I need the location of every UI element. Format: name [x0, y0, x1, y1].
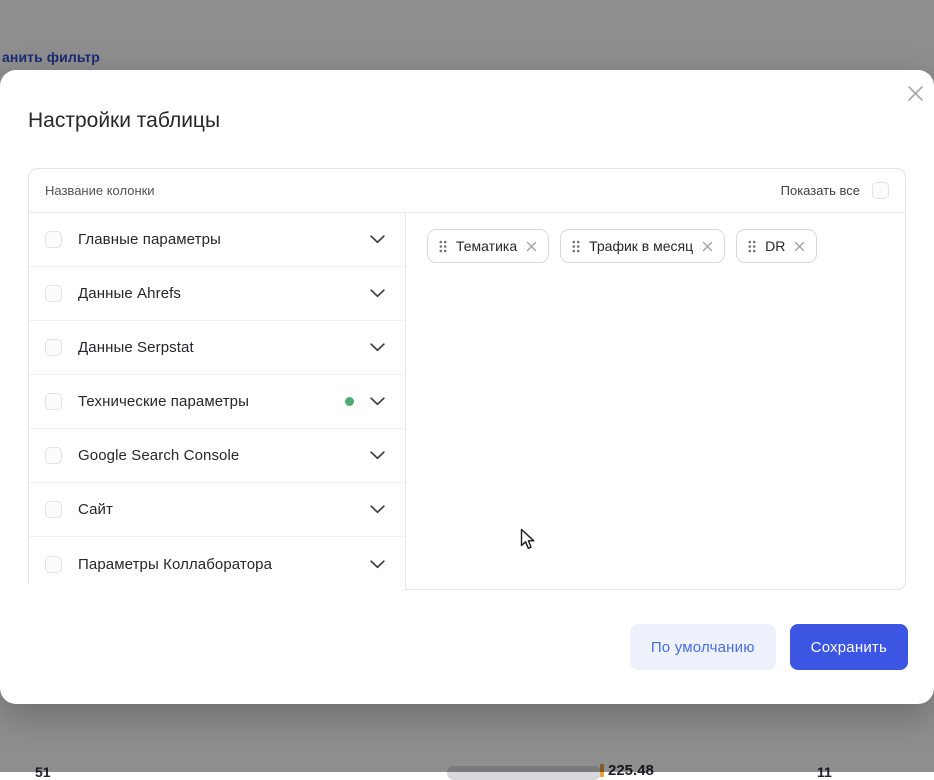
category-row[interactable]: Технические параметры [29, 375, 405, 429]
chevron-down-icon[interactable] [370, 343, 385, 352]
drag-handle-icon[interactable] [748, 240, 756, 253]
show-all-label: Показать все [781, 183, 860, 198]
category-checkbox[interactable] [45, 339, 62, 356]
chip-label: DR [765, 238, 785, 254]
category-label: Главные параметры [78, 231, 370, 248]
category-row[interactable]: Сайт [29, 483, 405, 537]
chip-remove-icon[interactable] [526, 241, 537, 252]
selected-column-chip[interactable]: Трафик в месяц [560, 229, 725, 263]
category-checkbox[interactable] [45, 393, 62, 410]
default-button[interactable]: По умолчанию [630, 624, 776, 670]
save-button[interactable]: Сохранить [790, 624, 908, 670]
category-checkbox[interactable] [45, 231, 62, 248]
category-row[interactable]: Данные Ahrefs [29, 267, 405, 321]
category-checkbox[interactable] [45, 447, 62, 464]
new-indicator-dot [345, 397, 354, 406]
category-row[interactable]: Параметры Коллаборатора [29, 537, 405, 591]
category-label: Сайт [78, 501, 370, 518]
selected-column-chip[interactable]: Тематика [427, 229, 549, 263]
category-row[interactable]: Главные параметры [29, 213, 405, 267]
close-icon[interactable] [904, 82, 926, 104]
close-x-glyph [907, 85, 924, 102]
category-label: Google Search Console [78, 447, 370, 464]
category-checkbox[interactable] [45, 285, 62, 302]
table-settings-modal: Настройки таблицы Название колонки Показ… [0, 70, 934, 704]
chevron-down-icon[interactable] [370, 451, 385, 460]
chevron-down-icon[interactable] [370, 235, 385, 244]
category-label: Данные Ahrefs [78, 285, 370, 302]
show-all-control: Показать все [781, 182, 889, 199]
category-row[interactable]: Данные Serpstat [29, 321, 405, 375]
columns-panel: Название колонки Показать все Главные па… [28, 168, 906, 590]
category-label: Параметры Коллаборатора [78, 556, 370, 573]
category-list: Главные параметры Данные Ahrefs Данные S… [29, 213, 406, 589]
chevron-down-icon[interactable] [370, 289, 385, 298]
chevron-down-icon[interactable] [370, 397, 385, 406]
chip-label: Тематика [456, 238, 517, 254]
show-all-checkbox[interactable] [872, 182, 889, 199]
category-checkbox[interactable] [45, 556, 62, 573]
column-name-header-label: Название колонки [45, 183, 155, 198]
chip-remove-icon[interactable] [702, 241, 713, 252]
chip-remove-icon[interactable] [794, 241, 805, 252]
drag-handle-icon[interactable] [572, 240, 580, 253]
chevron-down-icon[interactable] [370, 560, 385, 569]
chevron-down-icon[interactable] [370, 505, 385, 514]
drag-handle-icon[interactable] [439, 240, 447, 253]
category-label: Технические параметры [78, 393, 345, 410]
category-checkbox[interactable] [45, 501, 62, 518]
panel-body: Главные параметры Данные Ahrefs Данные S… [29, 213, 905, 589]
selected-columns-pane: Тематика Трафик в месяц [407, 213, 905, 589]
chip-label: Трафик в месяц [589, 238, 693, 254]
category-row[interactable]: Google Search Console [29, 429, 405, 483]
category-label: Данные Serpstat [78, 339, 370, 356]
modal-title: Настройки таблицы [28, 106, 220, 136]
selected-column-chip[interactable]: DR [736, 229, 817, 263]
modal-footer: По умолчанию Сохранить [630, 624, 908, 670]
panel-header: Название колонки Показать все [29, 169, 905, 213]
